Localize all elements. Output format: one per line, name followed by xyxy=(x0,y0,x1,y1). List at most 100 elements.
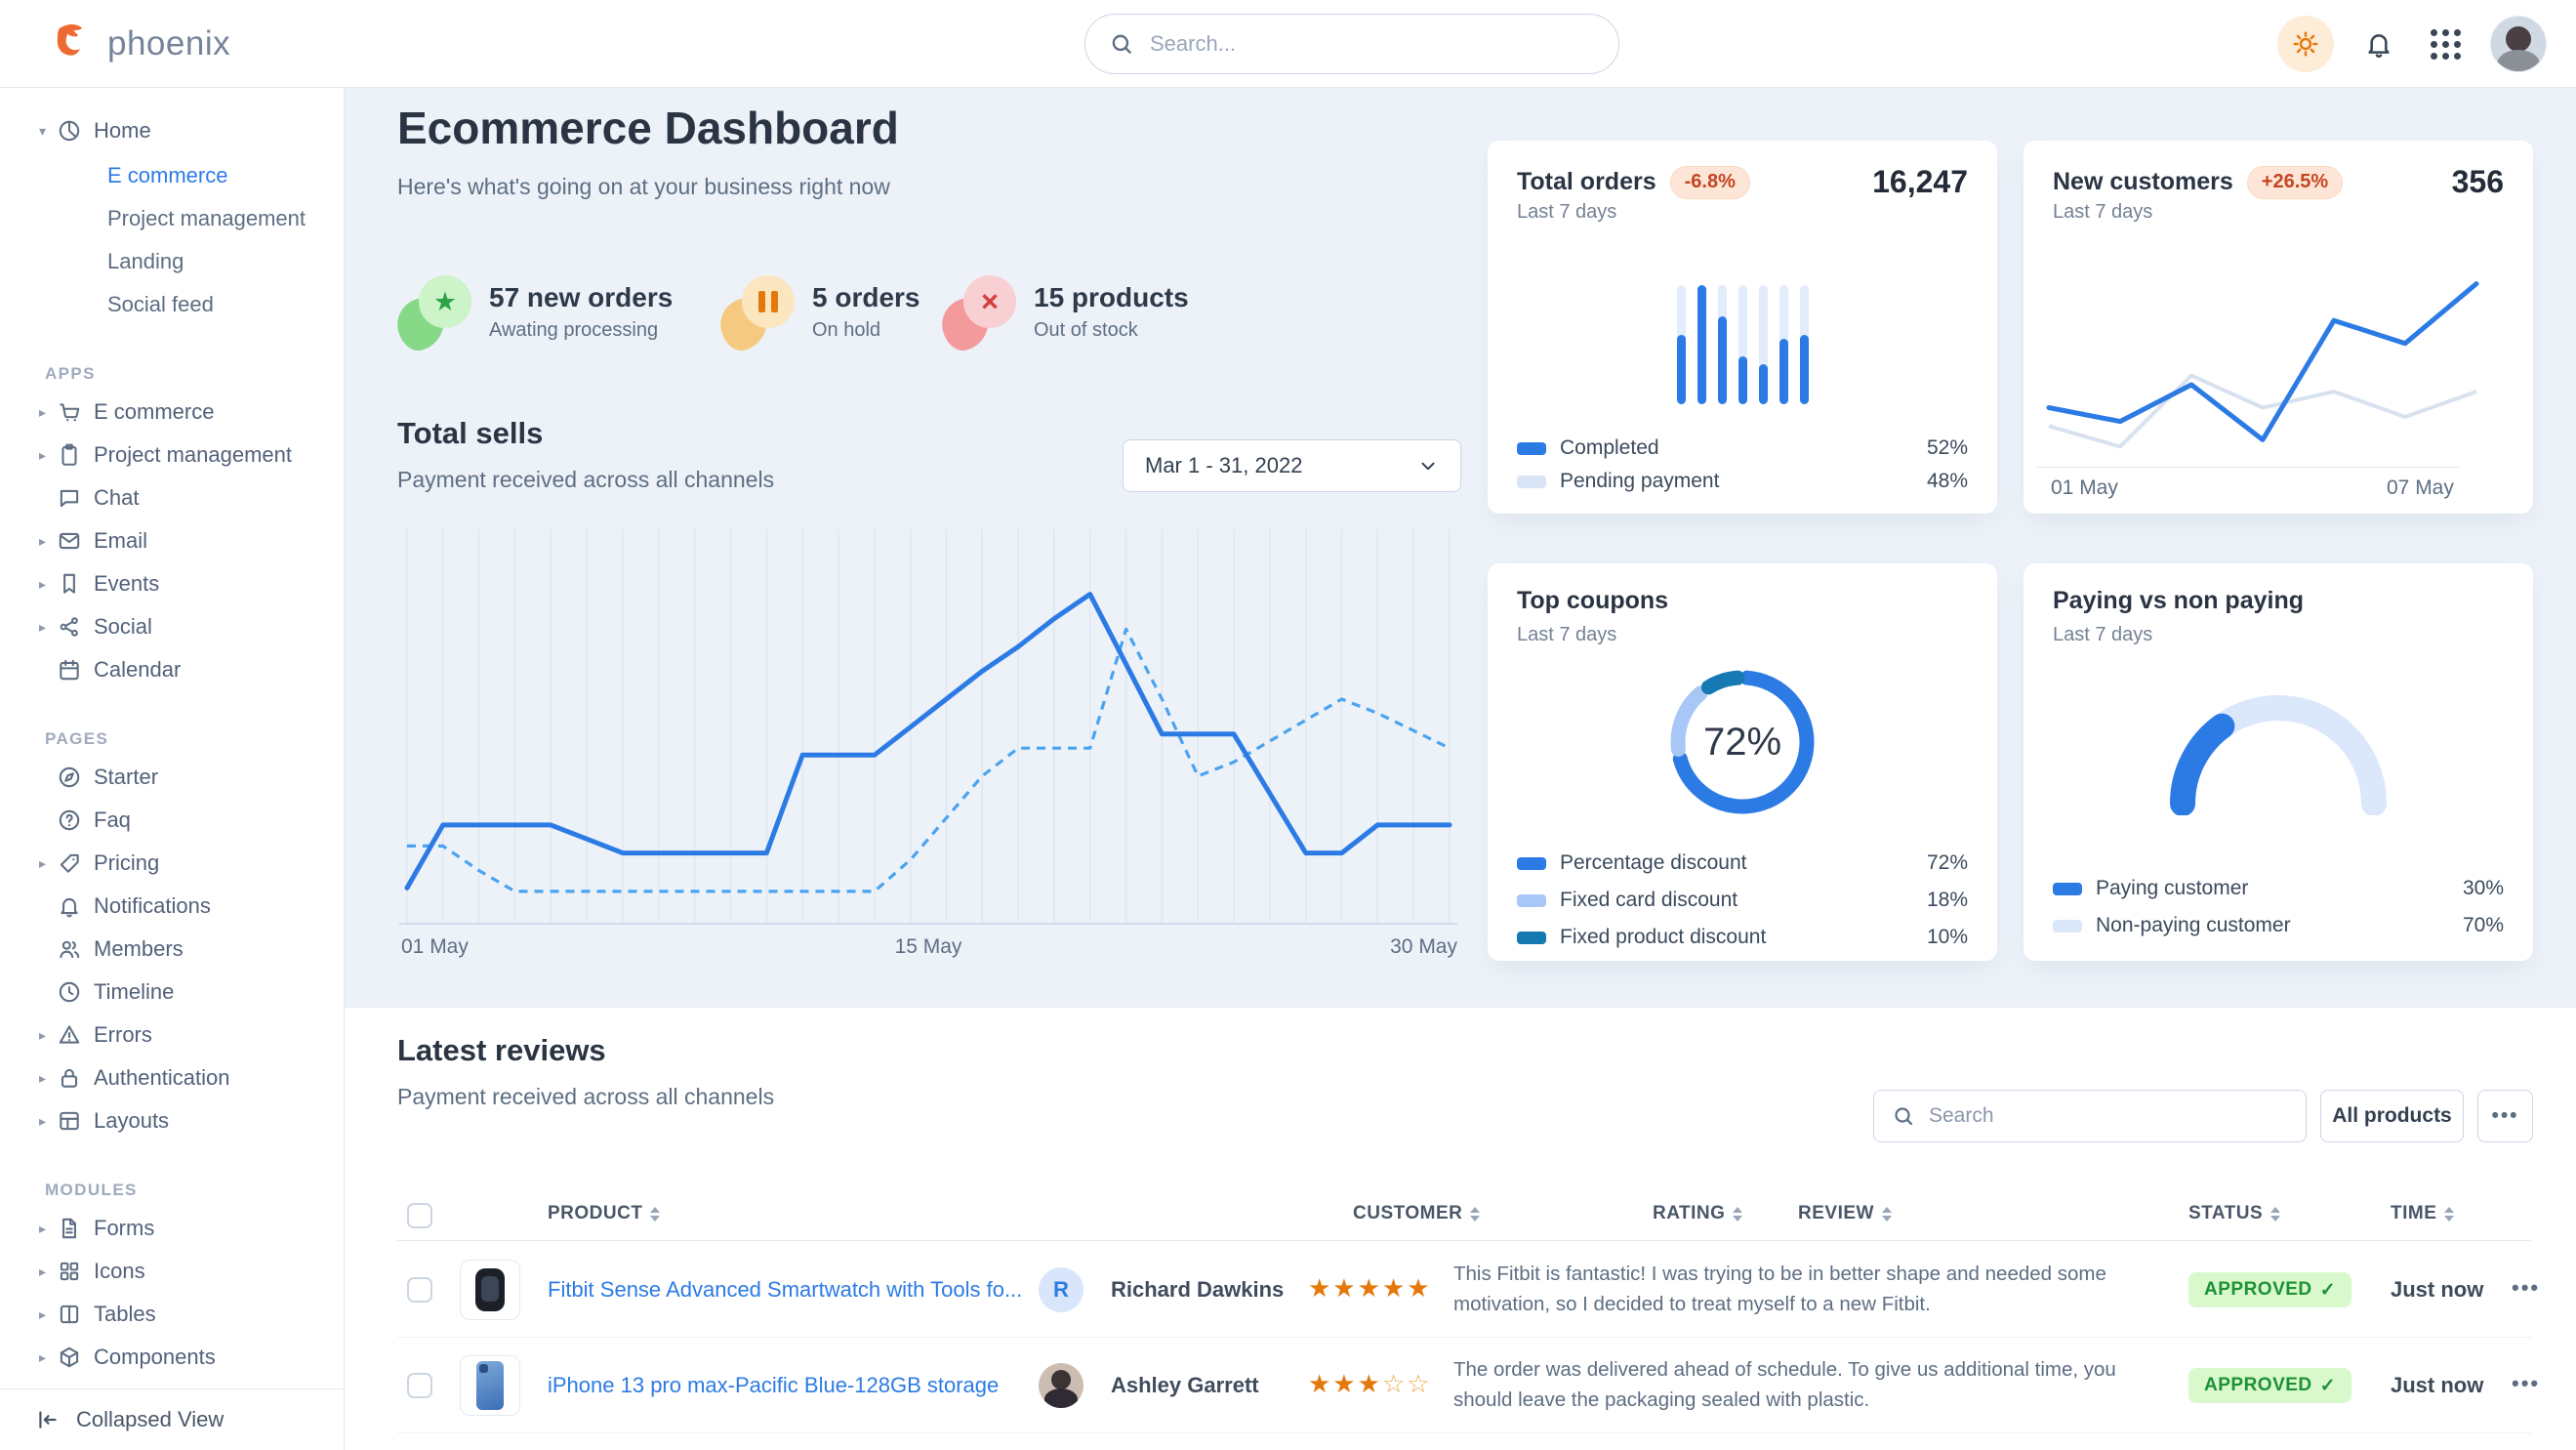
legend-swatch-percentage xyxy=(1517,857,1546,870)
orders-bar-chart xyxy=(1488,285,1997,404)
global-search[interactable] xyxy=(1084,14,1619,74)
sidebar-item-events[interactable]: ▸ Events xyxy=(0,562,344,605)
column-header-review[interactable]: REVIEW xyxy=(1798,1203,1892,1224)
sidebar-item-icons[interactable]: ▸ Icons xyxy=(0,1250,344,1293)
sidebar-item-home[interactable]: ▾ Home xyxy=(0,107,344,154)
sidebar-item-errors[interactable]: ▸ Errors xyxy=(0,1014,344,1056)
compass-icon xyxy=(57,765,82,790)
phoenix-logo-icon xyxy=(51,21,96,66)
sidebar-item-faq[interactable]: Faq xyxy=(0,799,344,842)
order-bar xyxy=(1697,285,1706,404)
sidebar-item-email[interactable]: ▸ Email xyxy=(0,519,344,562)
user-avatar[interactable] xyxy=(2490,16,2547,72)
legend-value: 48% xyxy=(1927,470,1968,493)
row-menu-button[interactable]: ••• xyxy=(2512,1275,2540,1301)
card-title: Total orders xyxy=(1517,168,1656,196)
sidebar-item-pricing[interactable]: ▸ Pricing xyxy=(0,842,344,885)
column-header-customer[interactable]: CUSTOMER xyxy=(1353,1203,1480,1224)
legend-swatch-paying xyxy=(2053,883,2082,895)
legend-swatch-pending xyxy=(1517,476,1546,488)
all-products-label: All products xyxy=(2332,1104,2452,1128)
sidebar-item-calendar[interactable]: Calendar xyxy=(0,648,344,691)
new-customers-value: 356 xyxy=(2452,164,2504,200)
legend-label: Paying customer xyxy=(2096,877,2248,900)
sidebar-item-social[interactable]: ▸ Social xyxy=(0,605,344,648)
sidebar-item-tables[interactable]: ▸ Tables xyxy=(0,1293,344,1336)
sidebar-item-authentication[interactable]: ▸ Authentication xyxy=(0,1056,344,1099)
layout-icon xyxy=(57,1108,82,1134)
date-range-select[interactable]: Mar 1 - 31, 2022 xyxy=(1123,439,1461,492)
product-thumbnail[interactable] xyxy=(460,1355,520,1416)
row-menu-button[interactable]: ••• xyxy=(2512,1371,2540,1396)
customer-avatar[interactable]: R xyxy=(1039,1267,1084,1312)
notifications-button[interactable] xyxy=(2357,22,2400,65)
caret-right-icon: ▸ xyxy=(39,447,46,464)
column-header-product[interactable]: PRODUCT xyxy=(548,1203,660,1224)
reviews-more-button[interactable]: ••• xyxy=(2477,1090,2533,1142)
product-link[interactable]: Fitbit Sense Advanced Smartwatch with To… xyxy=(548,1277,1022,1303)
customer-avatar[interactable] xyxy=(1039,1363,1084,1408)
share-icon xyxy=(57,614,82,640)
sidebar-item-starter[interactable]: Starter xyxy=(0,756,344,799)
sort-icon xyxy=(1882,1207,1892,1222)
legend-label: Fixed card discount xyxy=(1560,889,1738,912)
legend-swatch-completed xyxy=(1517,442,1546,455)
sidebar-item-notifications[interactable]: Notifications xyxy=(0,885,344,928)
order-bar xyxy=(1759,285,1768,404)
sort-icon xyxy=(2444,1207,2454,1222)
sidebar-item-e-commerce[interactable]: ▸ E commerce xyxy=(0,391,344,434)
sidebar-item-project-management[interactable]: Project management xyxy=(0,197,344,240)
product-link[interactable]: iPhone 13 pro max-Pacific Blue-128GB sto… xyxy=(548,1373,999,1398)
select-all-checkbox[interactable] xyxy=(407,1203,432,1228)
reviews-search-input[interactable] xyxy=(1927,1103,2288,1129)
chat-icon xyxy=(57,485,82,511)
sidebar-item-layouts[interactable]: ▸ Layouts xyxy=(0,1099,344,1142)
top-navbar: phoenix xyxy=(0,0,2576,88)
stat-out-of-stock: × 15 products Out of stock xyxy=(942,273,1189,350)
row-checkbox[interactable] xyxy=(407,1277,432,1303)
legend-row: Paying customer 30% xyxy=(2053,874,2504,903)
cart-icon xyxy=(57,399,82,425)
search-icon xyxy=(1109,31,1134,57)
sidebar-item-landing[interactable]: Landing xyxy=(0,240,344,283)
cross-icon: × xyxy=(942,273,1018,350)
column-header-status[interactable]: STATUS xyxy=(2188,1203,2280,1224)
row-checkbox[interactable] xyxy=(407,1373,432,1398)
order-bar xyxy=(1677,285,1686,404)
lock-icon xyxy=(57,1065,82,1091)
legend-row: Completed 52% xyxy=(1517,434,1968,463)
bookmark-icon xyxy=(57,571,82,597)
apps-menu-button[interactable] xyxy=(2424,22,2467,65)
collapse-icon xyxy=(35,1407,61,1432)
sidebar-item-e-commerce[interactable]: E commerce xyxy=(0,154,344,197)
brand-name: phoenix xyxy=(107,24,230,63)
sidebar-item-timeline[interactable]: Timeline xyxy=(0,971,344,1014)
reviews-search[interactable] xyxy=(1873,1090,2307,1142)
brand-logo[interactable]: phoenix xyxy=(51,0,230,88)
caret-right-icon: ▸ xyxy=(39,1306,46,1323)
legend-row: Pending payment 48% xyxy=(1517,467,1968,496)
review-table-row: iPhone 13 pro max-Pacific Blue-128GB sto… xyxy=(397,1338,2531,1433)
order-bar xyxy=(1779,285,1788,404)
caret-right-icon: ▸ xyxy=(39,1113,46,1130)
sidebar-item-members[interactable]: Members xyxy=(0,928,344,971)
column-header-time[interactable]: TIME xyxy=(2391,1203,2454,1224)
column-header-rating[interactable]: RATING xyxy=(1653,1203,1742,1224)
date-range-value: Mar 1 - 31, 2022 xyxy=(1145,453,1302,478)
page-subtitle: Here's what's going on at your business … xyxy=(397,174,890,200)
grid-icon xyxy=(57,1259,82,1284)
collapsed-view-label: Collapsed View xyxy=(76,1407,224,1432)
sidebar-item-forms[interactable]: ▸ Forms xyxy=(0,1207,344,1250)
sidebar-item-components[interactable]: ▸ Components xyxy=(0,1336,344,1379)
paying-gauge-chart xyxy=(2143,669,2414,815)
collapsed-view-toggle[interactable]: Collapsed View xyxy=(0,1388,344,1450)
all-products-button[interactable]: All products xyxy=(2320,1090,2464,1142)
sidebar-item-project-management[interactable]: ▸ Project management xyxy=(0,434,344,476)
search-input[interactable] xyxy=(1148,30,1595,58)
sidebar-item-chat[interactable]: Chat xyxy=(0,476,344,519)
order-bar xyxy=(1800,285,1809,404)
product-thumbnail[interactable] xyxy=(460,1260,520,1320)
sidebar-item-social-feed[interactable]: Social feed xyxy=(0,283,344,326)
theme-toggle-button[interactable] xyxy=(2277,16,2334,72)
caret-right-icon: ▸ xyxy=(39,1027,46,1044)
